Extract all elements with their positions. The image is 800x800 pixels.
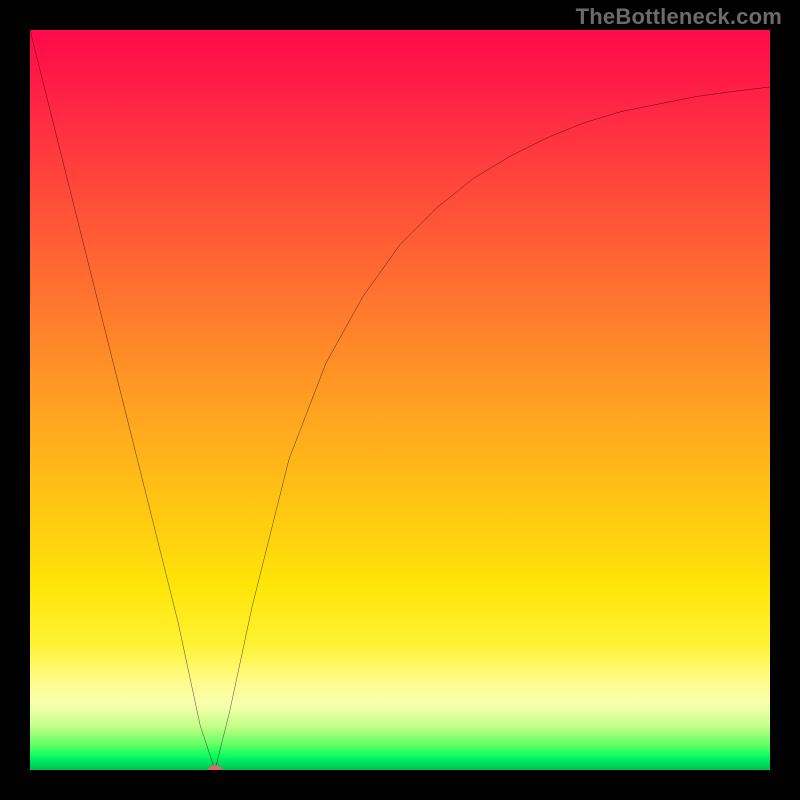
attribution-text: TheBottleneck.com <box>576 4 782 30</box>
plot-area <box>30 30 770 770</box>
bottleneck-curve <box>30 30 770 770</box>
curve-path <box>30 30 770 770</box>
chart-frame: TheBottleneck.com <box>0 0 800 800</box>
minimum-marker <box>208 765 222 770</box>
